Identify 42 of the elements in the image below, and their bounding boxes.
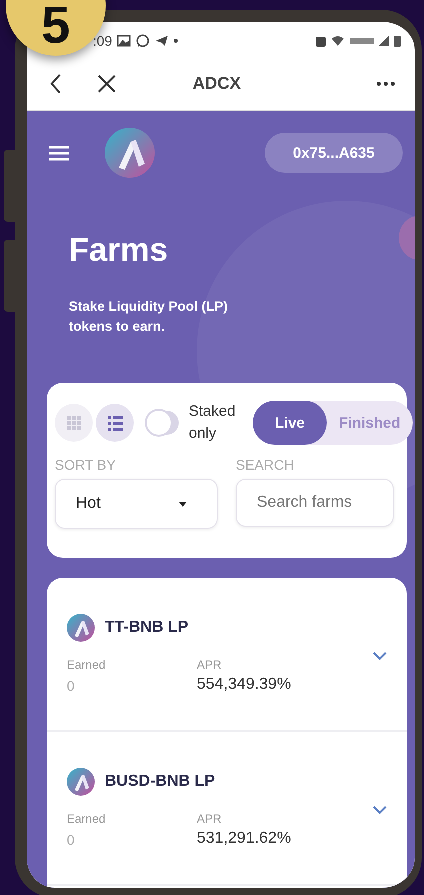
stat-label: Earned <box>67 658 107 672</box>
chevron-down-icon[interactable] <box>373 806 387 814</box>
chevron-down-icon[interactable] <box>373 652 387 660</box>
status-tab[interactable]: Live <box>253 401 328 445</box>
page-title: ADCX <box>192 74 242 94</box>
caret-icon <box>179 502 187 506</box>
stat-label: APR <box>197 658 223 672</box>
stat-label: APR <box>197 812 223 826</box>
back-icon[interactable] <box>49 72 63 94</box>
stat-value: 531,291.62% <box>197 830 292 848</box>
menu-icon[interactable] <box>49 146 69 160</box>
dot-icon <box>174 38 178 42</box>
grid-icon <box>66 416 82 430</box>
wallet-button[interactable]: 0x75...A635 <box>265 133 403 173</box>
toggle-switch[interactable] <box>147 411 179 435</box>
list-view-button[interactable] <box>96 404 134 442</box>
farm-name: BUSD-BNB LP <box>105 773 216 791</box>
wifi-icon <box>331 36 345 46</box>
field-label: SEARCH <box>236 457 296 473</box>
sort-dropdown[interactable]: Hot <box>55 479 218 529</box>
close-icon[interactable] <box>97 74 117 94</box>
send-icon <box>155 34 170 46</box>
logo-icon <box>105 128 155 178</box>
stat-value: 0 <box>67 678 76 694</box>
list-icon <box>108 416 122 430</box>
search-field[interactable]: Search farms <box>236 479 394 527</box>
field-label: SORT BY <box>55 457 117 473</box>
hero-subtitle: Stake Liquidity Pool (LP) tokens to earn. <box>69 298 230 336</box>
image-icon <box>117 34 132 46</box>
status-time: :09 <box>93 32 112 48</box>
toggle-label: Staked only <box>189 402 237 444</box>
signal-icon <box>379 36 389 46</box>
chat-icon <box>136 34 150 48</box>
hero-title: Farms <box>69 231 168 269</box>
token-icon <box>67 768 95 796</box>
more-icon[interactable] <box>376 82 395 86</box>
farm-name: TT-BNB LP <box>105 619 189 637</box>
token-icon <box>67 614 95 642</box>
stat-value: 554,349.39% <box>197 676 292 694</box>
stat-label: Earned <box>67 812 107 826</box>
stat-value: 0 <box>67 832 76 848</box>
battery-icon <box>394 34 401 46</box>
